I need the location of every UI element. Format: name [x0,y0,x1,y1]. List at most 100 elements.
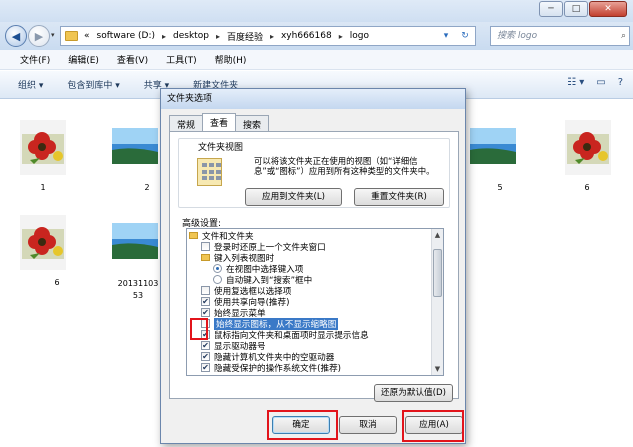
folder-views-group: 文件夹视图 可以将该文件夹正在使用的视图（如“详细信息”或“图标”）应用到所有这… [178,138,450,208]
checkbox-checked[interactable]: ✔ [201,308,210,317]
scrollbar-thumb[interactable] [433,249,442,297]
landscape-image-icon [112,215,158,270]
folder-view-icon [197,158,222,186]
annotation-box-apply [402,410,464,442]
file-name: 1 [40,183,46,192]
menu-bar: 文件(F) 编辑(E) 查看(V) 工具(T) 帮助(H) [0,50,633,70]
checkbox-checked[interactable]: ✔ [201,341,210,350]
apply-to-folders-button[interactable]: 应用到文件夹(L) [245,188,342,206]
radio-button-selected[interactable] [213,264,222,273]
breadcrumb-separator-icon[interactable]: ▸ [162,32,166,41]
title-bar: ─ □ ✕ [0,0,633,22]
breadcrumb-logo[interactable]: logo [350,31,369,41]
include-in-library-button[interactable]: 包含到库中 ▾ [67,78,119,91]
landscape-image-icon [470,120,516,175]
list-item[interactable]: ✔ 始终显示菜单 [201,307,266,319]
address-bar[interactable]: « software (D:) ▸ desktop ▸ 百度经验 ▸ xyh66… [60,26,476,46]
reset-folders-button[interactable]: 重置文件夹(R) [354,188,444,206]
list-item[interactable]: 在视图中选择键入项 [213,263,303,275]
tab-view[interactable]: 查看 [202,113,237,131]
back-arrow-icon: ◀ [11,29,21,43]
list-item: 键入列表视图时 [201,252,274,264]
breadcrumb-drive[interactable]: software (D:) [97,31,156,41]
close-button[interactable]: ✕ [589,1,627,17]
checkbox-checked[interactable]: ✔ [201,363,210,372]
minimize-button[interactable]: ─ [539,1,563,17]
view-options-button[interactable]: ☷ ▾ [567,77,584,88]
preview-pane-button[interactable]: ▭ [596,77,605,88]
checkbox-checked[interactable]: ✔ [201,297,210,306]
cancel-button[interactable]: 取消 [339,416,397,434]
advanced-settings-list[interactable]: 文件和文件夹 登录时还原上一个文件夹窗口 键入列表视图时 在视图中选择键入项 自… [186,228,444,376]
address-row: ◀ ▶ ▾ « software (D:) ▸ desktop ▸ 百度经验 ▸… [0,22,633,50]
forward-button[interactable]: ▶ [28,25,50,47]
menu-help[interactable]: 帮助(H) [215,53,247,66]
list-item: 文件和文件夹 [189,230,254,242]
flower-image-icon [565,120,611,175]
tab-search[interactable]: 搜索 [235,115,270,131]
back-button[interactable]: ◀ [5,25,27,47]
maximize-button[interactable]: □ [564,1,588,17]
restore-defaults-button[interactable]: 还原为默认值(D) [374,384,453,402]
dialog-title: 文件夹选项 [161,89,465,109]
address-dropdown-icon[interactable]: ▾ [438,28,454,44]
breadcrumb-desktop[interactable]: desktop [173,31,209,41]
folder-icon [201,254,210,261]
radio-button[interactable] [213,275,222,284]
file-thumbnail-sky[interactable] [112,215,158,270]
organize-button[interactable]: 组织 ▾ [18,78,43,91]
menu-edit[interactable]: 编辑(E) [68,53,99,66]
menu-tools[interactable]: 工具(T) [166,53,197,66]
list-scrollbar[interactable]: ▲ ▼ [431,229,443,375]
search-icon[interactable]: ⌕ [621,27,626,45]
help-button[interactable]: ? [618,77,623,88]
breadcrumb-user[interactable]: xyh666168 [281,31,332,41]
refresh-icon[interactable]: ↻ [457,28,473,44]
list-item[interactable]: ✔ 隐藏受保护的操作系统文件(推荐) [201,362,341,374]
group-description: 可以将该文件夹正在使用的视图（如“详细信息”或“图标”）应用到所有这种类型的文件… [254,156,435,176]
list-item[interactable]: ✔ 鼠标指向文件夹和桌面项时显示提示信息 [201,329,369,341]
recent-pages-dropdown-icon[interactable]: ▾ [51,31,55,39]
breadcrumb-separator-icon[interactable]: ▸ [339,32,343,41]
list-item[interactable]: ✔ 隐藏计算机文件夹中的空驱动器 [201,351,334,363]
list-item[interactable]: ✔ 显示驱动器号 [201,340,266,352]
breadcrumb-baidu[interactable]: 百度经验 [227,30,263,43]
view-tab-panel: 文件夹视图 可以将该文件夹正在使用的视图（如“详细信息”或“图标”）应用到所有这… [169,131,459,402]
flower-image-icon [20,120,66,175]
list-item[interactable]: 登录时还原上一个文件夹窗口 [201,241,326,253]
folder-icon [189,232,198,239]
checkbox[interactable] [201,286,210,295]
file-thumbnail-flower[interactable] [565,120,611,175]
menu-view[interactable]: 查看(V) [117,53,148,66]
file-thumbnail-sky[interactable] [470,120,516,175]
checkbox-checked[interactable]: ✔ [201,352,210,361]
folder-icon [65,31,78,41]
search-placeholder: 搜索 logo [497,31,538,41]
file-name: 20131103 53 [117,279,159,300]
file-name: 6 [584,183,590,192]
list-item[interactable]: ✔ 使用共享向导(推荐) [201,296,289,308]
menu-file[interactable]: 文件(F) [20,53,50,66]
file-thumbnail-flower[interactable] [20,120,66,175]
file-thumbnail-flower[interactable] [20,215,66,270]
file-thumbnail-sky[interactable] [112,120,158,175]
dialog-tabs: 常规 查看 搜索 [169,113,270,131]
window-controls: ─ □ ✕ [539,1,627,17]
list-item[interactable]: 自动键入到“搜索”框中 [213,274,312,286]
checkbox[interactable] [201,242,210,251]
flower-image-icon [20,215,66,270]
scroll-up-icon[interactable]: ▲ [432,229,443,241]
annotation-box-ok [267,410,338,440]
annotation-box-checkbox [190,318,208,340]
file-name: 6 [54,278,60,287]
breadcrumb-separator-icon[interactable]: ▸ [216,32,220,41]
forward-arrow-icon: ▶ [34,29,44,43]
scroll-down-icon[interactable]: ▼ [432,363,443,375]
list-item[interactable]: 使用复选框以选择项 [201,285,291,297]
breadcrumb-separator-icon[interactable]: ▸ [270,32,274,41]
tab-general[interactable]: 常规 [169,115,204,131]
list-item-selected[interactable]: 始终显示图标，从不显示缩略图 [201,317,339,330]
breadcrumb-overflow[interactable]: « [84,31,90,41]
search-input[interactable]: 搜索 logo ⌕ [490,26,630,46]
folder-options-dialog: 文件夹选项 常规 查看 搜索 文件夹视图 可以将该文件夹正在使用的视图（如“详细… [160,88,466,444]
